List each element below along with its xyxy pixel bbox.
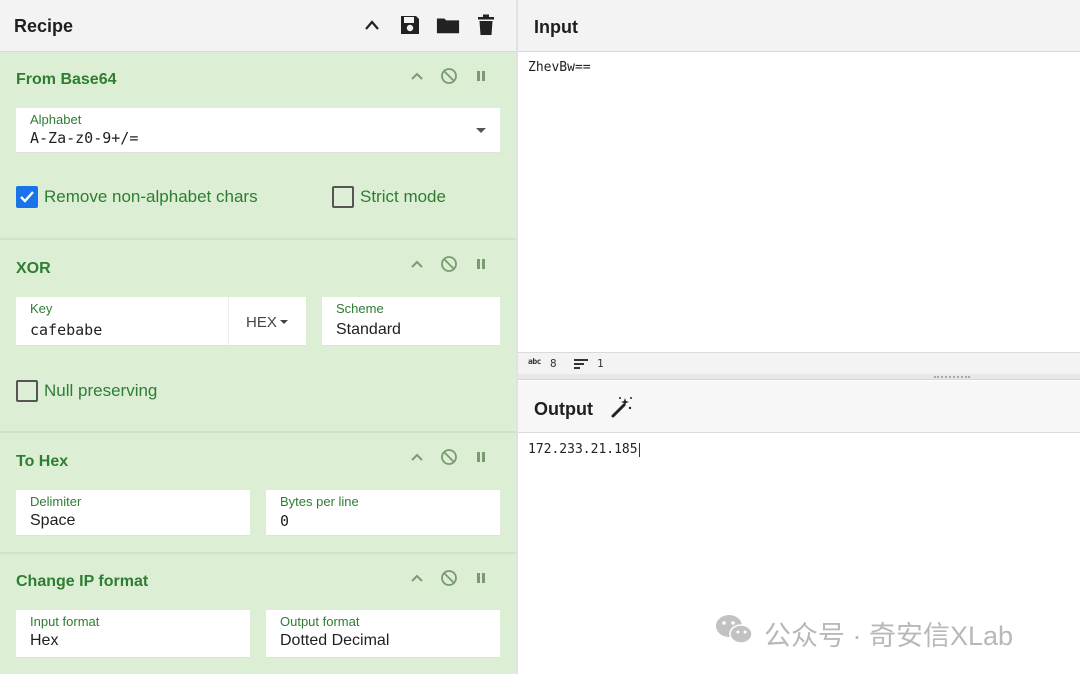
- input-length: 8: [550, 357, 557, 370]
- checkbox-label: Null preserving: [44, 381, 158, 400]
- operation-controls: [408, 569, 490, 587]
- input-status-bar: abc 8 1: [518, 352, 1080, 374]
- panel-resize-handle[interactable]: [518, 374, 1080, 380]
- magic-wand-icon[interactable]: [610, 395, 634, 424]
- checkbox-label: Remove non-alphabet chars: [44, 187, 258, 206]
- field-label: Alphabet: [30, 112, 82, 127]
- field-value: A-Za-z0-9+/=: [30, 129, 139, 147]
- field-label: Output format: [280, 614, 360, 629]
- field-label: Key: [30, 301, 53, 316]
- input-textarea[interactable]: ZhevBw==: [528, 60, 1068, 346]
- recipe-title: Recipe: [14, 16, 74, 36]
- field-value: cafebabe: [30, 321, 103, 339]
- recipe-header: Recipe: [0, 0, 516, 52]
- recipe-panel: Recipe From Base64 Alphabet A-Za-z0-9+/=…: [0, 0, 518, 674]
- text-cursor: [638, 442, 640, 457]
- save-icon[interactable]: [398, 12, 422, 38]
- chevron-up-icon[interactable]: [408, 448, 426, 466]
- operation-xor: XOR Key cafebabe HEX Scheme Standard Nul…: [0, 240, 516, 433]
- disable-icon[interactable]: [440, 255, 458, 273]
- operation-controls: [408, 448, 490, 466]
- field-value: Dotted Decimal: [280, 632, 390, 649]
- operation-from-base64: From Base64 Alphabet A-Za-z0-9+/= Remove…: [0, 52, 516, 240]
- field-label: Bytes per line: [280, 494, 359, 509]
- operation-title: From Base64: [16, 71, 117, 88]
- checkbox-checked-icon[interactable]: [16, 186, 38, 208]
- wechat-icon: [714, 613, 754, 654]
- recipe-header-controls: [360, 12, 498, 38]
- operation-title: XOR: [16, 260, 51, 277]
- field-label: Delimiter: [30, 494, 82, 509]
- operation-change-ip-format: Change IP format Input format Hex Output…: [0, 554, 516, 674]
- key-encoding-dropdown[interactable]: HEX: [228, 297, 306, 346]
- output-text: 172.233.21.185: [528, 442, 638, 457]
- output-format-select[interactable]: Output format Dotted Decimal: [266, 610, 500, 658]
- scheme-select[interactable]: Scheme Standard: [322, 297, 500, 346]
- field-label: Input format: [30, 614, 100, 629]
- chevron-up-icon[interactable]: [360, 12, 384, 38]
- field-label: Scheme: [336, 301, 384, 316]
- chevron-up-icon[interactable]: [408, 569, 426, 587]
- field-value: Hex: [30, 632, 59, 649]
- lines-icon: [574, 359, 588, 372]
- checkbox-label: Strict mode: [360, 187, 446, 206]
- checkbox-unchecked-icon[interactable]: [16, 380, 38, 402]
- input-lines: 1: [597, 357, 604, 370]
- pause-icon[interactable]: [472, 569, 490, 587]
- bytes-per-line-input[interactable]: Bytes per line 0: [266, 490, 500, 536]
- key-input[interactable]: Key cafebabe: [16, 297, 228, 346]
- chevron-up-icon[interactable]: [408, 67, 426, 85]
- field-value: 0: [280, 512, 290, 530]
- operation-to-hex: To Hex Delimiter Space Bytes per line 0: [0, 433, 516, 554]
- watermark-text: 公众号 · 奇安信XLab: [764, 621, 1014, 651]
- encoding-label: HEX: [246, 314, 277, 331]
- dropdown-arrow-icon: [280, 320, 288, 324]
- pause-icon[interactable]: [472, 448, 490, 466]
- dropdown-arrow-icon: [476, 128, 486, 133]
- length-icon: abc: [528, 357, 541, 366]
- output-textarea[interactable]: 172.233.21.185: [528, 442, 1068, 602]
- operation-controls: [408, 255, 490, 273]
- disable-icon[interactable]: [440, 67, 458, 85]
- output-header: Output: [518, 381, 1080, 433]
- operation-title: To Hex: [16, 453, 69, 470]
- checkbox-unchecked-icon[interactable]: [332, 186, 354, 208]
- null-preserving-checkbox[interactable]: Null preserving: [16, 380, 157, 402]
- input-title: Input: [534, 17, 578, 37]
- disable-icon[interactable]: [440, 569, 458, 587]
- alphabet-select[interactable]: Alphabet A-Za-z0-9+/=: [16, 108, 500, 153]
- input-text: ZhevBw==: [528, 60, 591, 75]
- watermark: 公众号 · 奇安信XLab: [714, 613, 1013, 654]
- folder-icon[interactable]: [436, 12, 460, 38]
- input-format-select[interactable]: Input format Hex: [16, 610, 250, 658]
- strict-mode-checkbox[interactable]: Strict mode: [332, 186, 446, 208]
- output-title: Output: [534, 399, 593, 419]
- delimiter-select[interactable]: Delimiter Space: [16, 490, 250, 536]
- pause-icon[interactable]: [472, 255, 490, 273]
- operation-title: Change IP format: [16, 573, 149, 590]
- remove-non-alphabet-checkbox[interactable]: Remove non-alphabet chars: [16, 186, 258, 208]
- input-header: Input: [518, 0, 1080, 52]
- pause-icon[interactable]: [472, 67, 490, 85]
- field-value: Standard: [336, 321, 401, 338]
- chevron-up-icon[interactable]: [408, 255, 426, 273]
- io-panel: Input ZhevBw== abc 8 1 Output 172.233.21…: [518, 0, 1080, 674]
- trash-icon[interactable]: [474, 12, 498, 38]
- disable-icon[interactable]: [440, 448, 458, 466]
- operation-controls: [408, 67, 490, 85]
- field-value: Space: [30, 512, 76, 529]
- grip-icon: [934, 376, 970, 378]
